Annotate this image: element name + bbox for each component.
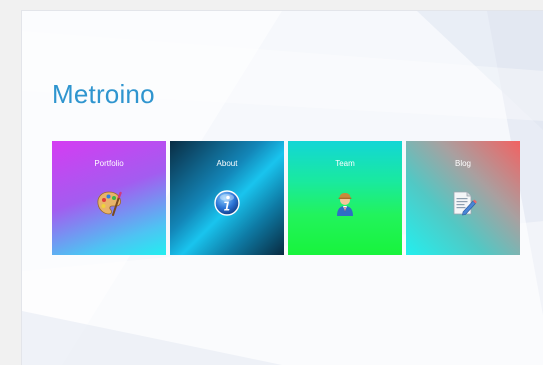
tile-blog[interactable]: Blog xyxy=(406,141,520,255)
tile-about[interactable]: About xyxy=(170,141,284,255)
person-icon xyxy=(331,189,359,217)
site-title: Metroino xyxy=(52,79,155,109)
palette-icon xyxy=(95,189,123,217)
tile-label-portfolio: Portfolio xyxy=(94,159,124,168)
info-icon xyxy=(213,189,241,217)
tile-grid: Portfolio About Team Blog xyxy=(52,141,520,255)
page-canvas: Metroino Portfolio About Team Blog xyxy=(21,10,543,365)
tile-label-team: Team xyxy=(335,159,355,168)
tile-portfolio[interactable]: Portfolio xyxy=(52,141,166,255)
tile-label-about: About xyxy=(216,159,238,168)
tile-label-blog: Blog xyxy=(454,159,471,168)
tile-team[interactable]: Team xyxy=(288,141,402,255)
document-edit-icon xyxy=(449,189,477,217)
